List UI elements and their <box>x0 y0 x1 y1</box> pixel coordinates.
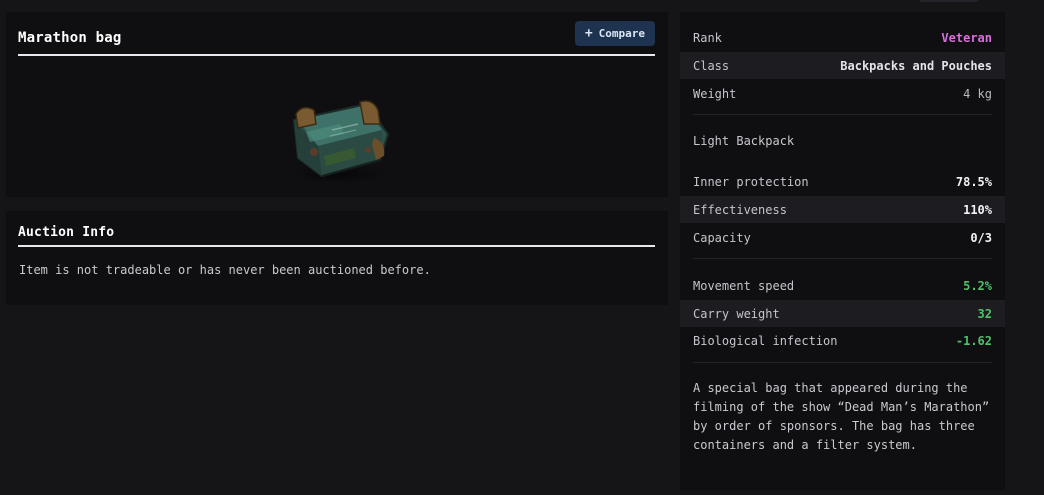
item-header: Marathon bag + Compare <box>18 12 655 56</box>
stat-label: Biological infection <box>693 333 838 348</box>
stat-label: Effectiveness <box>693 202 787 217</box>
auction-header: Auction Info <box>18 211 655 247</box>
stat-row-class: Class Backpacks and Pouches <box>680 52 1005 79</box>
carry-weight-value: 32 <box>977 306 992 321</box>
stat-label: Weight <box>693 86 737 101</box>
effectiveness-value: 110% <box>963 202 992 217</box>
movement-speed-value: 5.2% <box>963 278 992 293</box>
bio-infection-value: -1.62 <box>955 333 992 348</box>
plus-icon: + <box>584 26 593 41</box>
stat-label: Movement speed <box>693 278 795 293</box>
compare-label: Compare <box>598 27 645 40</box>
weight-value: 4 kg <box>963 86 992 101</box>
stat-label: Class <box>693 58 730 73</box>
capacity-value: 0/3 <box>970 230 992 245</box>
compare-button[interactable]: + Compare <box>574 21 655 46</box>
auction-panel: Auction Info Item is not tradeable or ha… <box>6 211 668 305</box>
top-tab-stub <box>920 0 978 2</box>
divider <box>693 362 992 363</box>
inner-protection-value: 78.5% <box>955 174 992 189</box>
rank-value: Veteran <box>941 30 992 45</box>
stat-label: Rank <box>693 30 722 45</box>
stat-row-movement-speed: Movement speed 5.2% <box>680 272 1005 299</box>
stats-panel: Rank Veteran Class Backpacks and Pouches… <box>680 12 1005 490</box>
stat-row-inner-protection: Inner protection 78.5% <box>680 168 1005 195</box>
stat-row-bio-infection: Biological infection -1.62 <box>680 327 1005 354</box>
auction-message: Item is not tradeable or has never been … <box>19 263 431 277</box>
item-panel: Marathon bag + Compare <box>6 12 668 197</box>
stat-label: Capacity <box>693 230 751 245</box>
marathon-bag-image <box>292 100 390 182</box>
divider <box>693 114 992 115</box>
auction-title: Auction Info <box>18 225 115 240</box>
item-type-label: Light Backpack <box>693 134 795 148</box>
stat-row-carry-weight: Carry weight 32 <box>680 300 1005 327</box>
divider <box>693 258 992 259</box>
stat-row-capacity: Capacity 0/3 <box>680 224 1005 251</box>
stat-label: Inner protection <box>693 174 809 189</box>
stat-label: Carry weight <box>693 306 780 321</box>
item-title: Marathon bag <box>18 30 122 46</box>
item-description: A special bag that appeared during the f… <box>693 381 990 452</box>
stat-row-effectiveness: Effectiveness 110% <box>680 196 1005 223</box>
stat-row-weight: Weight 4 kg <box>680 80 1005 107</box>
class-value: Backpacks and Pouches <box>840 58 992 73</box>
stat-row-rank: Rank Veteran <box>680 24 1005 51</box>
